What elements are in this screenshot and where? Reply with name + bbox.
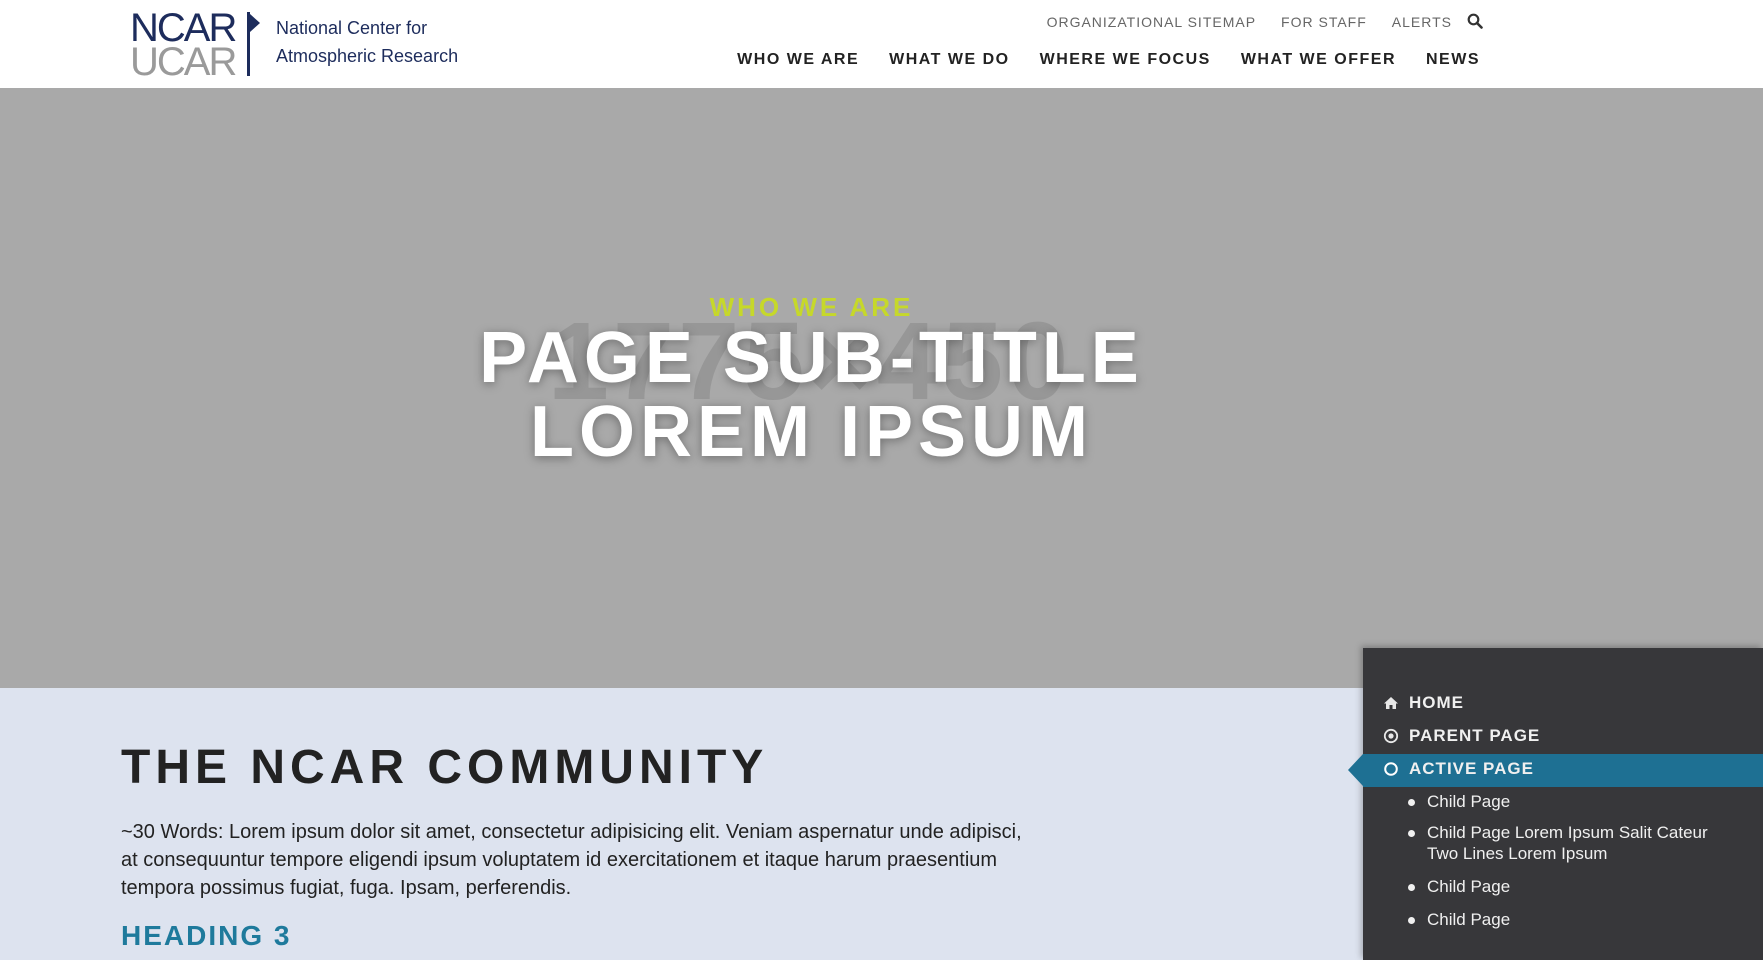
nav-what-we-offer[interactable]: WHAT WE OFFER [1241, 51, 1396, 69]
logo-flag-icon [250, 14, 260, 32]
section-title: THE NCAR COMMUNITY [121, 741, 769, 794]
ncar-ucar-logo[interactable]: NCAR UCAR [130, 8, 265, 82]
active-pointer-icon [1348, 754, 1363, 786]
nav-news[interactable]: NEWS [1426, 51, 1480, 69]
sidenav-child-label: Child Page Lorem Ipsum Salit Cateur Two … [1427, 823, 1708, 863]
intro-paragraph: ~30 Words: Lorem ipsum dolor sit amet, c… [121, 821, 1022, 899]
sidenav-child-item[interactable]: Child Page [1408, 876, 1738, 897]
hero-title-line1: PAGE SUB-TITLE [479, 318, 1144, 398]
sidenav-home[interactable]: HOME [1383, 693, 1464, 713]
hero-banner: 1775×450 WHO WE ARE PAGE SUB-TITLE LOREM… [0, 88, 1763, 688]
utility-nav: ORGANIZATIONAL SITEMAP FOR STAFF ALERTS [1047, 13, 1485, 31]
heading-3: HEADING 3 [121, 920, 292, 951]
bullet-icon [1408, 799, 1415, 806]
utility-link-for-staff[interactable]: FOR STAFF [1281, 14, 1367, 30]
logo-ucar: UCAR [130, 40, 237, 84]
logo-name-line2: Atmospheric Research [276, 46, 459, 66]
bullet-icon [1408, 830, 1415, 837]
sidenav-child-item[interactable]: Child Page Lorem Ipsum Salit Cateur Two … [1408, 822, 1738, 864]
circle-icon [1383, 761, 1399, 777]
nav-where-we-focus[interactable]: WHERE WE FOCUS [1040, 51, 1211, 69]
home-icon [1383, 695, 1399, 711]
main-nav: WHO WE ARE WHAT WE DO WHERE WE FOCUS WHA… [737, 51, 1480, 69]
logo-name-line1: National Center for [276, 18, 428, 38]
search-icon[interactable] [1467, 13, 1485, 31]
hero-title: PAGE SUB-TITLE LOREM IPSUM [0, 321, 1623, 469]
nav-what-we-do[interactable]: WHAT WE DO [889, 51, 1009, 69]
sidenav-child-label: Child Page [1427, 877, 1511, 896]
utility-link-sitemap[interactable]: ORGANIZATIONAL SITEMAP [1047, 14, 1256, 30]
sidenav-active-label: ACTIVE PAGE [1409, 759, 1534, 778]
hero-title-line2: LOREM IPSUM [529, 392, 1093, 472]
sidenav-child-label: Child Page [1427, 910, 1511, 929]
section-side-nav: HOME PARENT PAGE ACTIVE PAGE Child Page … [1348, 648, 1763, 960]
bullet-icon [1408, 884, 1415, 891]
logo-wordmark[interactable]: National Center for Atmospheric Research [276, 14, 458, 70]
utility-link-alerts[interactable]: ALERTS [1392, 14, 1452, 30]
sidenav-child-item[interactable]: Child Page [1408, 791, 1738, 812]
sidenav-home-label: HOME [1409, 693, 1464, 712]
sidenav-parent-page[interactable]: PARENT PAGE [1383, 726, 1540, 746]
sidenav-child-label: Child Page [1427, 792, 1511, 811]
sidenav-child-item[interactable]: Child Page [1408, 909, 1738, 930]
sidenav-parent-label: PARENT PAGE [1409, 726, 1541, 745]
bullet-icon [1408, 917, 1415, 924]
site-header: NCAR UCAR National Center for Atmospheri… [0, 0, 1763, 88]
sidenav-active-page[interactable]: ACTIVE PAGE [1383, 759, 1534, 779]
target-icon [1383, 728, 1399, 744]
nav-who-we-are[interactable]: WHO WE ARE [737, 51, 859, 69]
